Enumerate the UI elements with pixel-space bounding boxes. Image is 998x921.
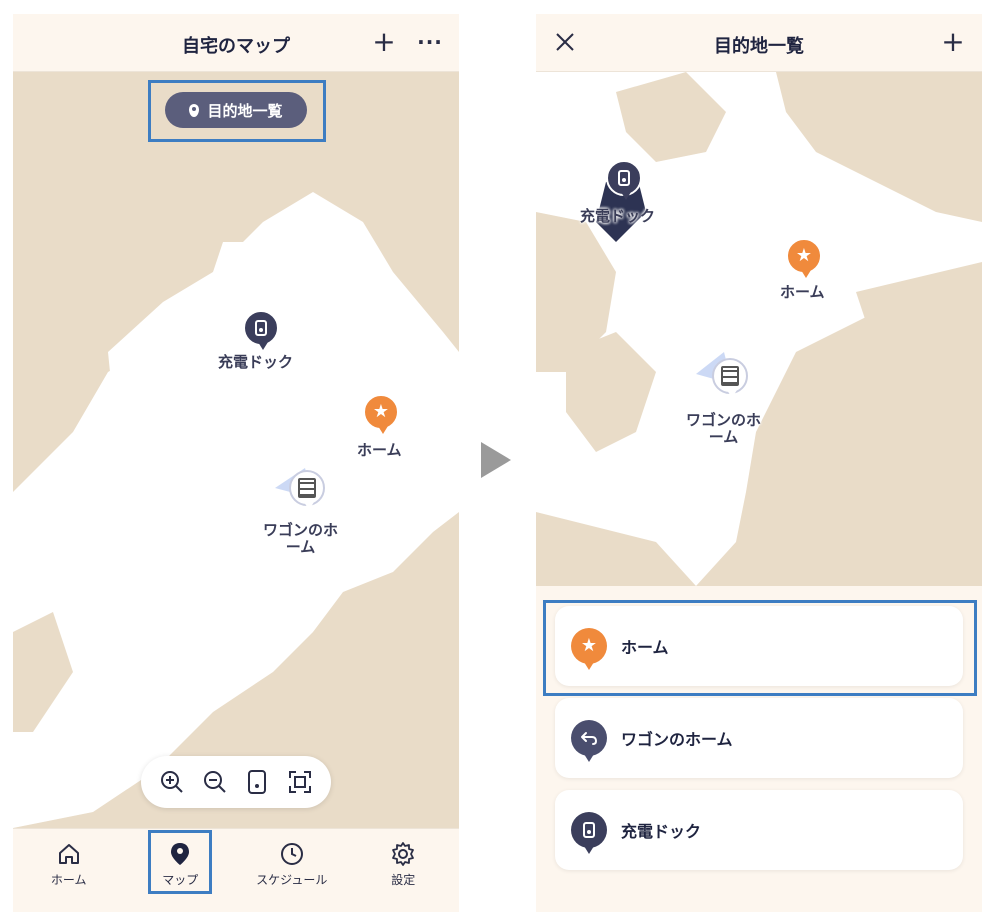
- zoom-controls: [141, 756, 331, 808]
- destination-header: 目的地一覧 +: [536, 14, 982, 72]
- home-label: ホーム: [357, 441, 402, 459]
- wagon-icon: [712, 358, 748, 398]
- dock-icon: [243, 310, 279, 350]
- floor-map: [536, 72, 982, 586]
- plus-icon[interactable]: +: [369, 27, 399, 57]
- fit-screen-icon[interactable]: [284, 766, 316, 798]
- dock-icon: [606, 160, 642, 200]
- wagon-home-label: ワゴンのホ ーム: [263, 521, 339, 556]
- wagon-home-label: ワゴンのホ ーム: [686, 411, 762, 446]
- clock-icon: [280, 843, 303, 865]
- ellipsis-icon[interactable]: ···: [415, 27, 445, 57]
- destination-list: ★ ホーム ワゴンのホーム 充電ドック: [536, 586, 982, 912]
- map-header: 自宅のマップ + ···: [13, 14, 459, 72]
- wagon-home-marker[interactable]: [712, 358, 748, 398]
- charging-dock-marker[interactable]: [606, 160, 642, 200]
- tab-schedule[interactable]: スケジュール: [236, 829, 348, 912]
- home-icon: [58, 844, 79, 864]
- location-pin-icon: [189, 103, 200, 117]
- tab-map[interactable]: マップ: [125, 829, 237, 912]
- zoom-out-icon[interactable]: [199, 766, 231, 798]
- destination-list-screen: 目的地一覧 + 充電ドック ★ ホーム ワゴンのホ ーム ★ ホーム ワゴンのホ…: [536, 14, 982, 912]
- star-icon: ★: [786, 238, 822, 278]
- destination-item-charging-dock[interactable]: 充電ドック: [555, 790, 963, 870]
- plus-icon[interactable]: +: [938, 27, 968, 57]
- dock-icon[interactable]: [241, 766, 273, 798]
- home-marker[interactable]: ★: [786, 238, 822, 278]
- gear-icon: [392, 842, 415, 866]
- page-title: 目的地一覧: [714, 36, 804, 57]
- charging-dock-label: 充電ドック: [218, 353, 294, 371]
- wagon-icon: [289, 470, 325, 510]
- destination-list-button[interactable]: 目的地一覧: [165, 92, 307, 128]
- bottom-tab-bar: ホーム マップ スケジュール 設定: [13, 828, 459, 912]
- return-arrow-icon: [571, 720, 607, 762]
- map-canvas[interactable]: 充電ドック ★ ホーム ワゴンのホ ーム: [13, 72, 459, 828]
- star-icon: ★: [363, 394, 399, 434]
- map-canvas[interactable]: 充電ドック ★ ホーム ワゴンのホ ーム: [536, 72, 982, 586]
- map-screen: 自宅のマップ + ··· 充電ドック ★ ホーム ワゴンのホ ーム 目的地一覧 …: [13, 14, 459, 912]
- map-pin-icon: [171, 843, 190, 865]
- home-label: ホーム: [780, 283, 825, 301]
- wagon-home-marker[interactable]: [289, 470, 325, 510]
- zoom-in-icon[interactable]: [156, 766, 188, 798]
- dock-icon: [571, 812, 607, 854]
- charging-dock-label: 充電ドック: [580, 207, 656, 225]
- charging-dock-marker[interactable]: [243, 310, 279, 350]
- destination-item-wagon-home[interactable]: ワゴンのホーム: [555, 698, 963, 778]
- destination-item-home[interactable]: ★ ホーム: [555, 606, 963, 686]
- home-marker[interactable]: ★: [363, 394, 399, 434]
- tab-settings[interactable]: 設定: [348, 829, 460, 912]
- transition-arrow-icon: [481, 442, 511, 478]
- star-icon: ★: [571, 628, 607, 670]
- tab-home[interactable]: ホーム: [13, 829, 125, 912]
